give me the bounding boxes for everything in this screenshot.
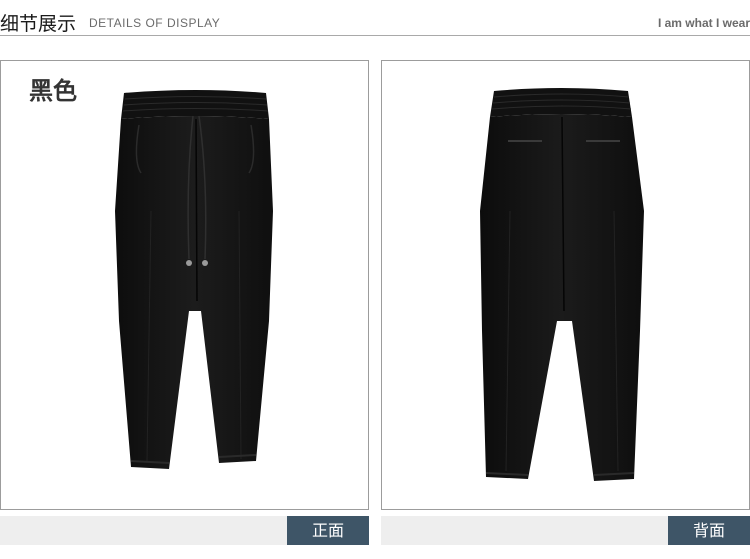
back-pants-image xyxy=(480,88,644,481)
color-label: 黑色 xyxy=(29,77,77,105)
section-title: 细节展示 xyxy=(0,13,77,35)
back-view-panel xyxy=(381,60,750,510)
header-divider xyxy=(0,35,750,36)
header: 细节展示 DETAILS OF DISPLAY I am what I wear xyxy=(0,0,750,36)
front-view-panel: 黑色 xyxy=(0,60,369,510)
back-caption-bar: 背面 xyxy=(381,516,750,545)
back-view-button[interactable]: 背面 xyxy=(668,516,750,545)
section-subtitle: DETAILS OF DISPLAY xyxy=(89,16,221,30)
brand-tagline: I am what I wear xyxy=(657,16,750,30)
front-view-button[interactable]: 正面 xyxy=(287,516,369,545)
front-caption-bar: 正面 xyxy=(0,516,369,545)
front-pants-image xyxy=(115,90,273,469)
